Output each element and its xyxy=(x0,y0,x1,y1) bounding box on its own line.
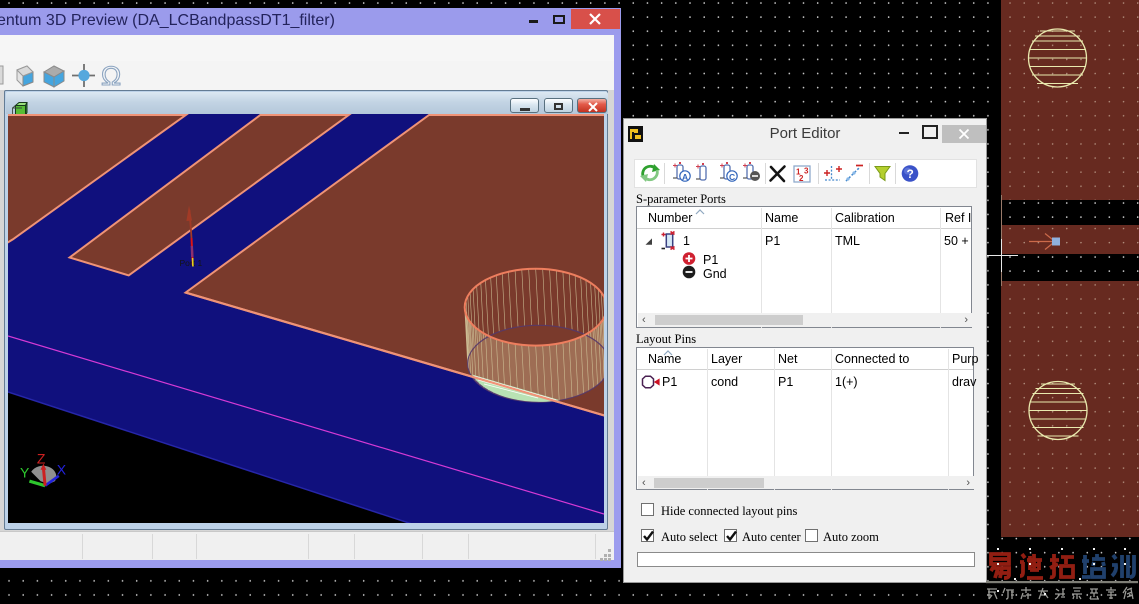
svg-text:Ω: Ω xyxy=(101,61,121,90)
svg-text:X: X xyxy=(57,462,67,478)
svg-text:Port 1: Port 1 xyxy=(180,258,203,268)
svg-text:C: C xyxy=(729,172,735,182)
svg-text:?: ? xyxy=(907,167,914,181)
svg-text:Y: Y xyxy=(20,465,30,481)
svg-text:A: A xyxy=(682,172,688,182)
svg-text:3: 3 xyxy=(804,167,809,176)
svg-text:Z: Z xyxy=(37,451,46,467)
